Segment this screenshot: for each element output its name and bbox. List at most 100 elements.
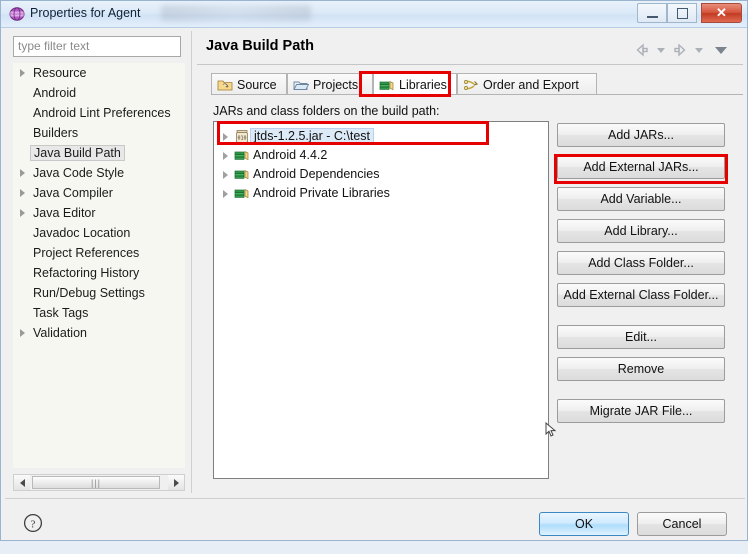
- chevron-right-icon[interactable]: [20, 329, 25, 337]
- add-external-class-folder-button[interactable]: Add External Class Folder...: [557, 283, 725, 307]
- list-caption: JARs and class folders on the build path…: [213, 104, 440, 118]
- add-jars-button[interactable]: Add JARs...: [557, 123, 725, 147]
- sidebar-item-java-compiler[interactable]: Java Compiler: [13, 183, 185, 203]
- build-path-list[interactable]: 010 jtds-1.2.5.jar - C:\test Android 4.4…: [213, 121, 549, 479]
- library-icon: [234, 189, 249, 199]
- properties-sphere-icon: [9, 7, 25, 21]
- sidebar-item-label: Android: [33, 86, 77, 100]
- sidebar-item-project-references[interactable]: Project References: [13, 243, 185, 263]
- library-actions: Add JARs... Add External JARs... Add Var…: [557, 123, 725, 431]
- forward-arrow-icon[interactable]: [671, 41, 689, 59]
- tab-source[interactable]: Source: [211, 73, 287, 95]
- filter-input[interactable]: type filter text: [13, 36, 181, 57]
- svg-text:010: 010: [237, 136, 246, 142]
- ok-button[interactable]: OK: [539, 512, 629, 536]
- close-icon: ✕: [716, 5, 727, 20]
- sidebar-horizontal-scrollbar[interactable]: |||: [13, 474, 185, 491]
- chevron-right-icon[interactable]: [20, 169, 25, 177]
- tab-label: Projects: [313, 77, 359, 92]
- library-icon: [234, 170, 249, 180]
- page-navigation-toolbar[interactable]: [633, 41, 741, 61]
- chevron-right-icon[interactable]: [20, 69, 25, 77]
- list-item[interactable]: 010 jtds-1.2.5.jar - C:\test: [214, 127, 548, 146]
- sidebar-item-label: Run/Debug Settings: [33, 286, 145, 300]
- back-arrow-icon[interactable]: [633, 41, 651, 59]
- sidebar-item-android-lint-preferences[interactable]: Android Lint Preferences: [13, 103, 185, 123]
- tab-libraries[interactable]: Libraries: [373, 73, 457, 95]
- add-class-folder-button[interactable]: Add Class Folder...: [557, 251, 725, 275]
- books-icon: [379, 80, 394, 90]
- sidebar-item-label: Project References: [33, 246, 140, 260]
- scroll-right-icon[interactable]: [168, 475, 184, 490]
- sidebar-item-label: Task Tags: [33, 306, 89, 320]
- tab-order-and-export[interactable]: Order and Export: [457, 73, 597, 95]
- title-bar: Properties for Agent ✕: [1, 1, 747, 28]
- sidebar-item-label: Java Code Style: [33, 166, 125, 180]
- scrollbar-thumb[interactable]: |||: [32, 476, 160, 489]
- add-variable-button[interactable]: Add Variable...: [557, 187, 725, 211]
- sidebar-item-android[interactable]: Android: [13, 83, 185, 103]
- maximize-icon: [668, 4, 696, 22]
- jar-icon: 010: [236, 130, 248, 143]
- sidebar-item-java-code-style[interactable]: Java Code Style: [13, 163, 185, 183]
- list-item-label: Android Dependencies: [253, 167, 380, 181]
- list-item[interactable]: Android Private Libraries: [214, 184, 548, 203]
- tab-bar[interactable]: Source Projects Libraries Order and Expo…: [211, 73, 743, 95]
- minimize-button[interactable]: [637, 3, 667, 23]
- view-menu-chevron-down-icon[interactable]: [713, 41, 729, 59]
- chevron-right-icon[interactable]: [223, 152, 228, 160]
- mouse-cursor: [545, 422, 557, 437]
- scroll-left-icon[interactable]: [14, 475, 30, 490]
- button-group-gap: [557, 315, 725, 325]
- settings-tree[interactable]: Resource Android Android Lint Preference…: [13, 63, 185, 468]
- svg-text:?: ?: [31, 518, 36, 530]
- sidebar-item-label: Android Lint Preferences: [33, 106, 171, 120]
- migrate-jar-file-button[interactable]: Migrate JAR File...: [557, 399, 725, 423]
- chevron-right-icon[interactable]: [223, 190, 228, 198]
- sidebar-item-java-build-path[interactable]: Java Build Path: [13, 143, 185, 163]
- chevron-right-icon[interactable]: [223, 171, 228, 179]
- sidebar-item-java-editor[interactable]: Java Editor: [13, 203, 185, 223]
- add-external-jars-button[interactable]: Add External JARs...: [557, 155, 725, 179]
- page-title: Java Build Path: [206, 38, 314, 54]
- list-item[interactable]: Android Dependencies: [214, 165, 548, 184]
- tab-label: Source: [237, 77, 277, 92]
- help-question-icon[interactable]: ?: [23, 513, 43, 533]
- sidebar-item-label: Refactoring History: [33, 266, 140, 280]
- sidebar-item-validation[interactable]: Validation: [13, 323, 185, 343]
- edit-button[interactable]: Edit...: [557, 325, 725, 349]
- add-library-button[interactable]: Add Library...: [557, 219, 725, 243]
- sidebar-item-label: Validation: [33, 326, 87, 340]
- sidebar-item-resource[interactable]: Resource: [13, 63, 185, 83]
- chevron-right-icon[interactable]: [20, 189, 25, 197]
- maximize-button[interactable]: [667, 3, 697, 23]
- tab-label: Order and Export: [483, 77, 579, 92]
- open-folder-icon: [293, 81, 309, 90]
- order-export-icon: [464, 79, 479, 90]
- tab-projects[interactable]: Projects: [287, 73, 373, 95]
- minimize-icon: [638, 4, 666, 22]
- back-menu-chevron-down-icon[interactable]: [654, 41, 668, 59]
- remove-button[interactable]: Remove: [557, 357, 725, 381]
- blurred-title-suffix: [161, 5, 311, 21]
- library-icon: [234, 151, 249, 161]
- list-item-label: jtds-1.2.5.jar - C:\test: [250, 128, 375, 144]
- page-header-divider: [197, 64, 743, 65]
- sidebar-item-javadoc-location[interactable]: Javadoc Location: [13, 223, 185, 243]
- chevron-right-icon[interactable]: [223, 133, 228, 141]
- list-item[interactable]: Android 4.4.2: [214, 146, 548, 165]
- footer-divider: [5, 498, 745, 499]
- button-group-gap: [557, 389, 725, 399]
- sidebar-item-label: Java Compiler: [33, 186, 113, 200]
- sidebar-item-builders[interactable]: Builders: [13, 123, 185, 143]
- tab-label: Libraries: [399, 77, 447, 92]
- cancel-button[interactable]: Cancel: [637, 512, 727, 536]
- window-title: Properties for Agent: [30, 6, 141, 20]
- list-item-label: Android Private Libraries: [253, 186, 390, 200]
- sidebar-item-task-tags[interactable]: Task Tags: [13, 303, 185, 323]
- chevron-right-icon[interactable]: [20, 209, 25, 217]
- close-button[interactable]: ✕: [701, 3, 742, 23]
- sidebar-item-run-debug-settings[interactable]: Run/Debug Settings: [13, 283, 185, 303]
- forward-menu-chevron-down-icon[interactable]: [692, 41, 706, 59]
- sidebar-item-refactoring-history[interactable]: Refactoring History: [13, 263, 185, 283]
